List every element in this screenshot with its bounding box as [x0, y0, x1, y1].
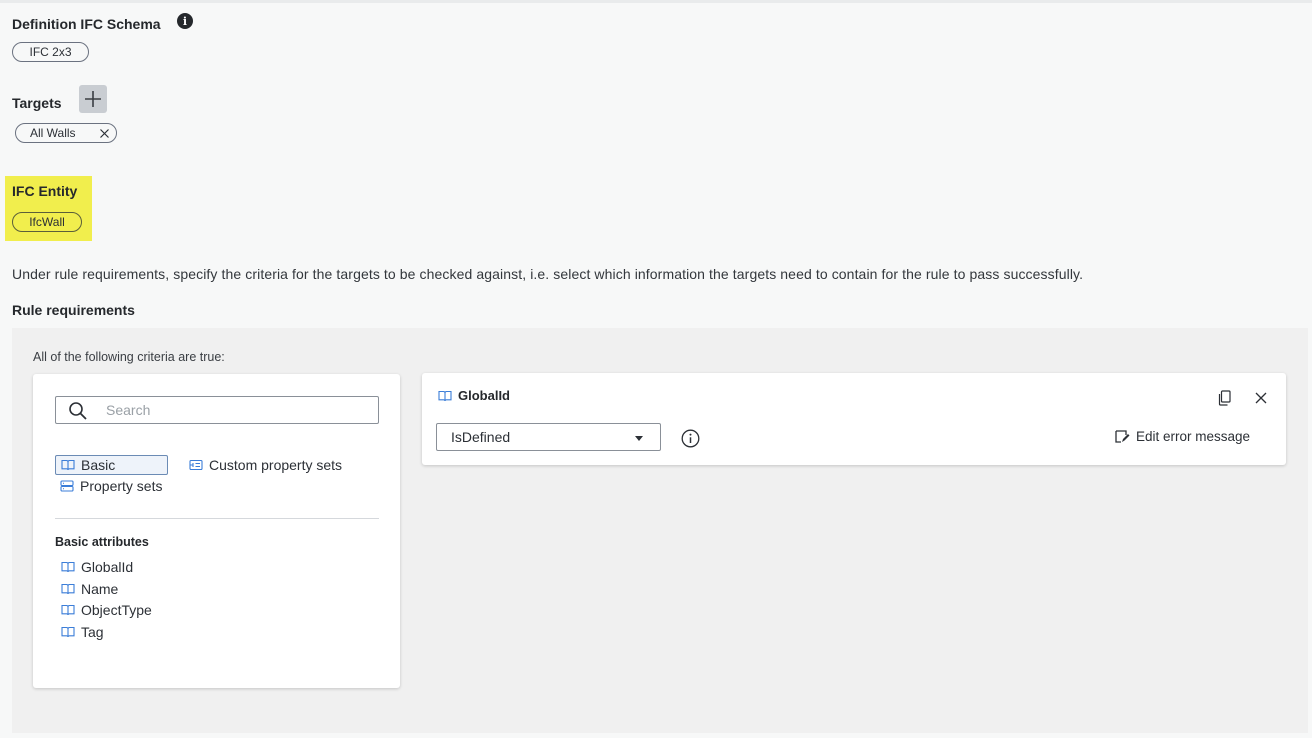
- attribute-item-name[interactable]: Name: [61, 581, 118, 597]
- tab-custom-label: Custom property sets: [209, 457, 343, 473]
- copy-icon: [1218, 390, 1231, 406]
- targets-label: Targets: [12, 95, 62, 111]
- tab-property-sets[interactable]: Property sets: [60, 476, 162, 496]
- remove-criterion-button[interactable]: [1252, 389, 1270, 407]
- edit-error-message-button[interactable]: Edit error message: [1114, 429, 1250, 444]
- custom-set-icon: [189, 459, 203, 471]
- requirements-title: Rule requirements: [12, 302, 135, 318]
- criterion-name: GlobalId: [458, 388, 510, 403]
- entity-pill: IfcWall: [12, 212, 82, 232]
- close-icon[interactable]: [99, 128, 110, 139]
- edit-error-message-label: Edit error message: [1136, 429, 1251, 444]
- edit-note-icon: [1115, 430, 1130, 443]
- book-icon: [438, 390, 452, 401]
- tab-custom-property-sets[interactable]: Custom property sets: [189, 455, 342, 475]
- basic-attributes-title: Basic attributes: [55, 535, 149, 549]
- operator-select[interactable]: IsDefined: [436, 423, 661, 451]
- plus-icon: [85, 91, 101, 107]
- entity-label: IFC Entity: [12, 183, 78, 199]
- tab-basic[interactable]: Basic: [55, 455, 168, 475]
- attribute-label: Tag: [81, 624, 104, 640]
- criterion-title: GlobalId: [438, 388, 510, 403]
- property-set-icon: [60, 480, 74, 492]
- attribute-item-tag[interactable]: Tag: [61, 624, 104, 640]
- book-icon: [61, 561, 75, 573]
- book-icon: [61, 626, 75, 638]
- book-icon: [61, 583, 75, 595]
- chevron-down-icon: [635, 436, 643, 441]
- tab-property-sets-label: Property sets: [80, 478, 163, 494]
- attribute-item-objecttype[interactable]: ObjectType: [61, 602, 152, 618]
- copy-button[interactable]: [1216, 389, 1234, 407]
- attribute-item-globalid[interactable]: GlobalId: [61, 559, 133, 575]
- operator-value: IsDefined: [451, 429, 511, 445]
- info-icon: [681, 429, 699, 447]
- criterion-card: [422, 373, 1286, 465]
- tab-basic-label: Basic: [81, 457, 116, 473]
- add-target-button[interactable]: [79, 85, 107, 113]
- attribute-label: Name: [81, 581, 119, 597]
- divider: [55, 518, 379, 519]
- search-field[interactable]: [55, 396, 379, 424]
- search-input[interactable]: [106, 402, 366, 418]
- book-icon: [61, 604, 75, 616]
- attribute-label: ObjectType: [81, 602, 152, 618]
- book-icon: [61, 459, 75, 471]
- top-border: [0, 0, 1312, 3]
- target-chip: All Walls: [15, 123, 117, 143]
- close-icon: [1255, 392, 1267, 404]
- schema-pill: IFC 2x3: [12, 42, 89, 62]
- schema-label: Definition IFC Schema: [12, 16, 161, 32]
- attribute-label: GlobalId: [81, 559, 134, 575]
- search-icon: [69, 402, 87, 420]
- target-chip-label: All Walls: [30, 126, 76, 140]
- info-icon[interactable]: i: [177, 13, 193, 29]
- requirements-caption: All of the following criteria are true:: [33, 350, 225, 364]
- operator-info-button[interactable]: [680, 428, 700, 448]
- rule-description: Under rule requirements, specify the cri…: [12, 266, 1084, 282]
